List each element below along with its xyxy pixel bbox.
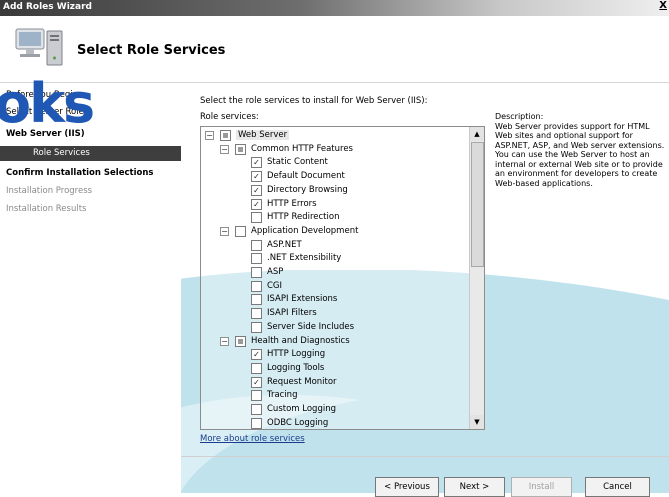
tree-item-label: Health and Diagnostics: [251, 335, 350, 346]
title-bar: Add Roles Wizard X: [0, 0, 669, 16]
collapse-toggle-icon[interactable]: −: [220, 144, 229, 154]
tree-item-label: Logging Tools: [267, 362, 325, 373]
more-about-role-services-link[interactable]: More about role services: [200, 434, 305, 444]
nav-role-services[interactable]: Role Services: [0, 146, 181, 161]
tree-scrollbar[interactable]: ▲ ▼: [469, 127, 484, 429]
tree-item-label: .NET Extensibility: [267, 253, 342, 264]
role-checkbox[interactable]: ✓: [251, 157, 262, 169]
nav-select-server-roles[interactable]: Select Server Roles: [6, 107, 88, 117]
role-checkbox[interactable]: [235, 143, 246, 155]
role-checkbox[interactable]: [251, 294, 262, 306]
collapse-toggle-icon[interactable]: −: [205, 131, 214, 140]
nav-before-you-begin[interactable]: Before You Begin: [6, 90, 78, 100]
role-checkbox[interactable]: ✓: [251, 198, 262, 210]
role-checkbox[interactable]: [251, 321, 262, 333]
nav-installation-progress: Installation Progress: [6, 186, 93, 196]
nav-confirm-installation[interactable]: Confirm Installation Selections: [6, 168, 153, 178]
role-checkbox[interactable]: [251, 239, 262, 251]
previous-button[interactable]: < Previous: [375, 477, 439, 497]
nav-installation-results: Installation Results: [6, 204, 87, 214]
tree-item-label: HTTP Errors: [267, 198, 317, 209]
role-checkbox[interactable]: [251, 417, 262, 429]
instruction-text: Select the role services to install for …: [200, 96, 428, 106]
role-checkbox[interactable]: [251, 280, 262, 292]
role-checkbox[interactable]: [251, 308, 262, 320]
role-checkbox[interactable]: [220, 130, 231, 141]
scroll-thumb[interactable]: [471, 142, 484, 267]
role-checkbox[interactable]: [251, 362, 262, 374]
tree-item-label: ASP: [267, 267, 284, 277]
scroll-up-button[interactable]: ▲: [470, 127, 484, 141]
next-button[interactable]: Next >: [444, 477, 505, 497]
tree-item-label: Server Side Includes: [267, 321, 355, 332]
tree-item-label: ASP.NET: [267, 239, 302, 250]
tree-item-label: HTTP Redirection: [267, 212, 340, 223]
role-checkbox[interactable]: ✓: [251, 349, 262, 361]
wizard-computer-icon: [15, 28, 63, 66]
tree-item-label: Common HTTP Features: [251, 143, 353, 154]
wizard-header: Select Role Services: [0, 16, 669, 83]
role-checkbox[interactable]: ✓: [251, 376, 262, 388]
role-services-label: Role services:: [200, 112, 259, 122]
cancel-button[interactable]: Cancel: [585, 477, 650, 497]
role-services-tree[interactable]: − Web Server − Common HTTP Features ✓ Static …: [200, 126, 485, 430]
tree-item-label: Static Content: [267, 157, 328, 168]
description-title: Description:: [495, 112, 544, 121]
tree-item-label: Tracing: [267, 390, 298, 401]
description-body: Web Server provides support for HTML Web…: [495, 121, 665, 188]
install-button: Install: [511, 477, 572, 497]
scroll-down-button[interactable]: ▼: [470, 415, 484, 429]
role-checkbox[interactable]: [251, 253, 262, 265]
tree-item-label: HTTP Logging: [267, 349, 326, 360]
role-checkbox[interactable]: [235, 335, 246, 347]
tree-item-label: Directory Browsing: [267, 184, 348, 195]
tree-item-label: Request Monitor: [267, 376, 337, 387]
window-title: Add Roles Wizard: [3, 2, 92, 12]
nav-role-services-label: Role Services: [33, 148, 90, 158]
role-checkbox[interactable]: ✓: [251, 184, 262, 196]
tree-item-label: ISAPI Extensions: [267, 294, 338, 305]
role-checkbox[interactable]: ✓: [251, 171, 262, 183]
description-panel: Description: Web Server provides support…: [495, 112, 665, 188]
role-checkbox[interactable]: [235, 225, 246, 237]
tree-item-label: ISAPI Filters: [267, 308, 317, 319]
role-checkbox[interactable]: [251, 390, 262, 402]
tree-item-label: Application Development: [251, 225, 359, 236]
collapse-toggle-icon[interactable]: −: [220, 336, 229, 346]
close-button[interactable]: X: [659, 0, 667, 11]
main-content: Select the role services to install for …: [181, 83, 669, 497]
role-checkbox[interactable]: [251, 212, 262, 224]
tree-item-label: CGI: [267, 280, 283, 291]
tree-item-label: Custom Logging: [267, 404, 336, 414]
collapse-toggle-icon[interactable]: −: [220, 226, 229, 236]
page-title: Select Role Services: [77, 43, 226, 58]
nav-web-server-iis[interactable]: Web Server (IIS): [6, 129, 85, 139]
tree-item-label: Default Document: [267, 171, 345, 182]
role-checkbox[interactable]: [251, 267, 262, 278]
wizard-nav: Before You Begin Select Server Roles Web…: [0, 83, 181, 493]
tree-item-label: ODBC Logging: [267, 417, 329, 428]
footer-divider: [181, 456, 669, 457]
tree-item-label: Web Server: [236, 130, 290, 140]
role-checkbox[interactable]: [251, 404, 262, 415]
